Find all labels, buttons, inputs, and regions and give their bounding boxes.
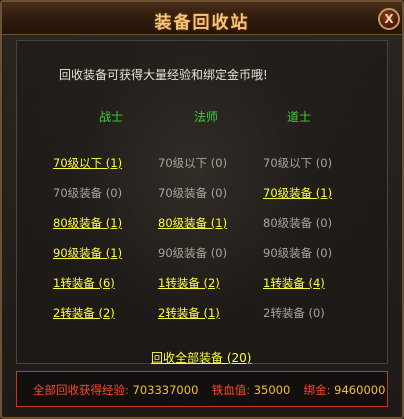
iron-label: 铁血值: xyxy=(211,383,251,397)
recycle-item-mage-1zhuan[interactable]: 1转装备 (2) xyxy=(158,276,220,290)
recycle-all-link[interactable]: 回收全部装备 (20) xyxy=(151,349,251,366)
recycle-item-warrior-1zhuan[interactable]: 1转装备 (6) xyxy=(53,276,115,290)
recycle-item-mage-below70: 70级以下 (0) xyxy=(158,156,228,170)
close-icon: X xyxy=(384,12,394,26)
recycle-item-warrior-70: 70级装备 (0) xyxy=(53,186,123,200)
recycle-item-taoist-1zhuan[interactable]: 1转装备 (4) xyxy=(263,276,325,290)
recycle-item-taoist-90: 90级装备 (0) xyxy=(263,246,333,260)
recycle-item-taoist-80: 80级装备 (0) xyxy=(263,216,333,230)
recycle-item-mage-80[interactable]: 80级装备 (1) xyxy=(158,216,227,230)
recycle-item-mage-70: 70级装备 (0) xyxy=(158,186,228,200)
title-bar[interactable]: 装备回收站 xyxy=(2,2,402,35)
recycle-item-warrior-80[interactable]: 80级装备 (1) xyxy=(53,216,122,230)
summary-line: 全部回收获得经验: 703337000 铁血值: 35000 绑金: 94600… xyxy=(33,382,385,398)
gold-label: 绑金: xyxy=(303,383,331,397)
close-button[interactable]: X xyxy=(378,8,400,30)
recycle-item-warrior-90[interactable]: 90级装备 (1) xyxy=(53,246,122,260)
exp-value: 703337000 xyxy=(132,383,199,397)
recycle-item-taoist-below70: 70级以下 (0) xyxy=(263,156,333,170)
iron-value: 35000 xyxy=(253,383,291,397)
recycle-item-warrior-2zhuan[interactable]: 2转装备 (2) xyxy=(53,306,115,320)
column-header-taoist: 道士 xyxy=(287,110,312,124)
gold-value: 9460000 xyxy=(334,383,386,397)
recycle-item-taoist-70[interactable]: 70级装备 (1) xyxy=(263,186,332,200)
intro-text: 回收装备可获得大量经验和绑定金币哦! xyxy=(59,68,268,82)
recycle-item-mage-90: 90级装备 (0) xyxy=(158,246,228,260)
column-header-warrior: 战士 xyxy=(99,110,124,124)
column-header-mage: 法师 xyxy=(194,110,219,124)
window-title: 装备回收站 xyxy=(154,13,250,33)
recycle-item-warrior-below70[interactable]: 70级以下 (1) xyxy=(53,156,122,170)
recycle-item-mage-2zhuan[interactable]: 2转装备 (1) xyxy=(158,306,220,320)
recycle-item-taoist-2zhuan: 2转装备 (0) xyxy=(263,306,325,320)
exp-label: 全部回收获得经验: xyxy=(33,383,129,397)
